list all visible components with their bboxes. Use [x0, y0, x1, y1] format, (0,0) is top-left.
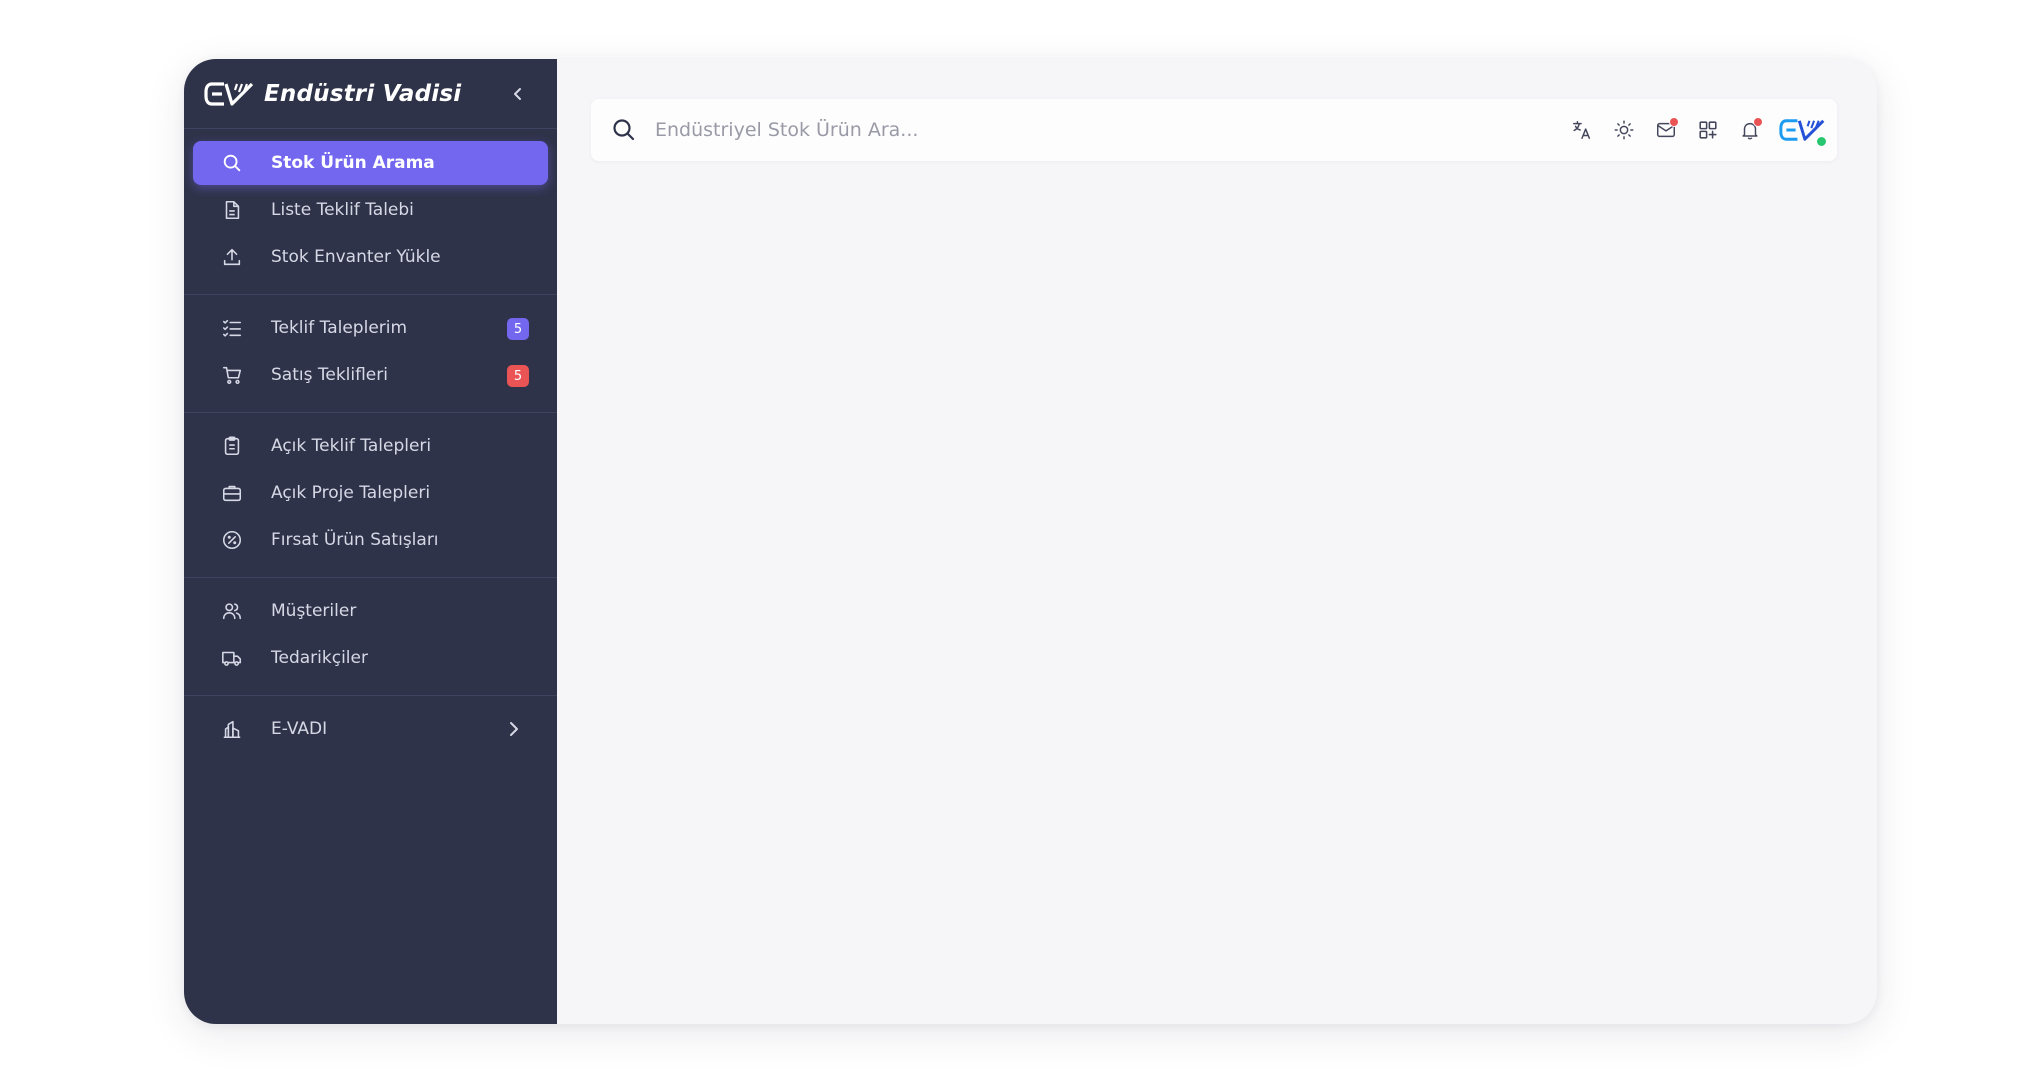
nav-section-open-requests: Açık Teklif Talepleri Açık Proje Taleple…: [184, 413, 557, 578]
search-icon: [613, 119, 635, 141]
search-icon: [221, 152, 243, 174]
nav-section-stock: Stok Ürün Arama Liste Teklif Talebi Stok…: [184, 129, 557, 295]
cart-icon: [221, 364, 243, 386]
sidebar-item-acik-proje-talepleri[interactable]: Açık Proje Talepleri: [193, 471, 548, 515]
notifications-button[interactable]: [1735, 115, 1765, 145]
theme-toggle-button[interactable]: [1609, 115, 1639, 145]
upload-icon: [221, 246, 243, 268]
navbar-tools: [1555, 115, 1828, 148]
brand-name: Endüstri Vadisi: [264, 80, 462, 107]
app-window: Endüstri Vadisi Stok Ürün Arama Liste Te…: [184, 59, 1877, 1024]
clipboard-icon: [221, 435, 243, 457]
brand-header: Endüstri Vadisi: [184, 59, 557, 129]
sidebar-item-e-vadi[interactable]: E-VADI: [193, 707, 548, 751]
file-text-icon: [221, 199, 243, 221]
sidebar-item-label: Açık Proje Talepleri: [271, 483, 431, 503]
checklist-icon: [221, 317, 243, 339]
sidebar-item-label: Açık Teklif Talepleri: [271, 436, 432, 456]
sidebar-item-label: Satış Teklifleri: [271, 365, 388, 385]
unread-dot: [1669, 117, 1679, 127]
sidebar: Endüstri Vadisi Stok Ürün Arama Liste Te…: [184, 59, 557, 1024]
online-status-dot: [1815, 135, 1828, 148]
apps-icon: [1699, 121, 1717, 139]
sidebar-item-label: Liste Teklif Talebi: [271, 200, 414, 220]
sidebar-item-label: Teklif Taleplerim: [271, 318, 408, 338]
sidebar-item-label: Stok Envanter Yükle: [271, 247, 441, 267]
nav-section-contacts: Müşteriler Tedarikçiler: [184, 578, 557, 696]
sidebar-item-label: Stok Ürün Arama: [271, 153, 435, 173]
unread-dot: [1753, 117, 1763, 127]
users-icon: [221, 600, 243, 622]
sidebar-item-stok-envanter-yukle[interactable]: Stok Envanter Yükle: [193, 235, 548, 279]
nav-section-offers: Teklif Taleplerim 5 Satış Teklifleri 5: [184, 295, 557, 413]
sidebar-item-stok-urun-arama[interactable]: Stok Ürün Arama: [193, 141, 548, 185]
count-badge: 5: [507, 365, 529, 387]
sidebar-item-label: E-VADI: [271, 719, 328, 739]
sidebar-item-satis-teklifleri[interactable]: Satış Teklifleri 5: [193, 353, 548, 397]
main-content: [557, 59, 1877, 1024]
chevron-right-icon: [510, 722, 518, 736]
language-icon: [1573, 121, 1591, 139]
briefcase-icon: [221, 482, 243, 504]
truck-icon: [221, 647, 243, 669]
messages-button[interactable]: [1651, 115, 1681, 145]
sidebar-item-label: Fırsat Ürün Satışları: [271, 530, 439, 550]
sidebar-collapse-button[interactable]: [507, 83, 529, 105]
chevron-left-icon: [514, 88, 521, 100]
sidebar-item-label: Tedarikçiler: [271, 648, 368, 668]
sidebar-item-acik-teklif-talepleri[interactable]: Açık Teklif Talepleri: [193, 424, 548, 468]
sidebar-item-label: Müşteriler: [271, 601, 357, 621]
sidebar-item-musteriler[interactable]: Müşteriler: [193, 589, 548, 633]
sidebar-item-firsat-urun-satislari[interactable]: Fırsat Ürün Satışları: [193, 518, 548, 562]
search-input[interactable]: [653, 118, 1517, 142]
count-badge: 5: [507, 318, 529, 340]
top-navbar: [591, 99, 1837, 161]
user-avatar[interactable]: [1779, 115, 1828, 148]
shortcuts-button[interactable]: [1693, 115, 1723, 145]
sidebar-item-tedarikciler[interactable]: Tedarikçiler: [193, 636, 548, 680]
language-button[interactable]: [1567, 115, 1597, 145]
sun-icon: [1614, 120, 1634, 140]
ev-logo-icon: [204, 81, 254, 106]
sidebar-item-liste-teklif-talebi[interactable]: Liste Teklif Talebi: [193, 188, 548, 232]
building-icon: [221, 718, 243, 740]
sidebar-item-teklif-taleplerim[interactable]: Teklif Taleplerim 5: [193, 306, 548, 350]
discount-icon: [221, 529, 243, 551]
nav-section-evadi: E-VADI: [184, 696, 557, 766]
